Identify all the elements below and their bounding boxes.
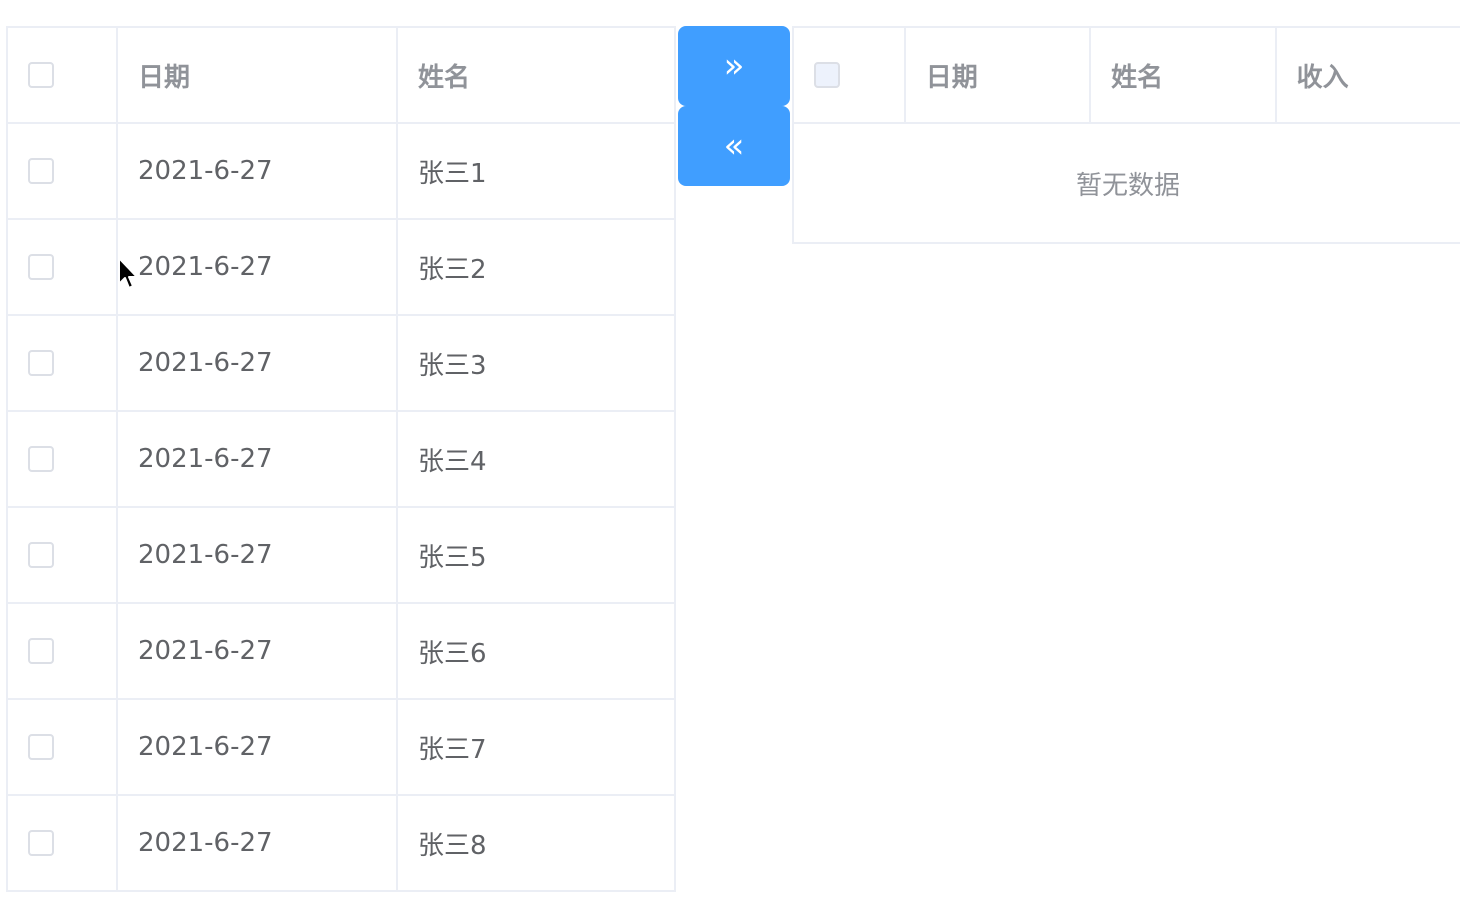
table-row[interactable]: 2021-6-27 张三4 bbox=[8, 412, 676, 508]
row-select-cell bbox=[8, 220, 118, 316]
row-select-cell bbox=[8, 124, 118, 220]
row-checkbox[interactable] bbox=[28, 542, 54, 568]
target-table: 日期 姓名 收入 暂无数据 bbox=[792, 26, 1460, 244]
select-all-checkbox[interactable] bbox=[28, 62, 54, 88]
source-table-body: 2021-6-27 张三1 2021-6-27 张三2 2021-6-27 张三3 2021… bbox=[8, 124, 676, 892]
header-name[interactable]: 姓名 bbox=[1091, 28, 1277, 124]
name-cell: 张三8 bbox=[398, 796, 676, 892]
source-table: 日期 姓名 2021-6-27 张三1 2021-6-27 张三2 2021-6-27 张… bbox=[6, 26, 676, 892]
name-cell: 张三6 bbox=[398, 604, 676, 700]
row-checkbox[interactable] bbox=[28, 350, 54, 376]
row-select-cell bbox=[8, 508, 118, 604]
table-row[interactable]: 2021-6-27 张三8 bbox=[8, 796, 676, 892]
header-date[interactable]: 日期 bbox=[118, 28, 398, 124]
name-cell: 张三1 bbox=[398, 124, 676, 220]
row-select-cell bbox=[8, 796, 118, 892]
row-select-cell bbox=[8, 316, 118, 412]
row-checkbox[interactable] bbox=[28, 158, 54, 184]
date-cell: 2021-6-27 bbox=[118, 508, 398, 604]
name-cell: 张三5 bbox=[398, 508, 676, 604]
name-cell: 张三7 bbox=[398, 700, 676, 796]
table-header-row: 日期 姓名 收入 bbox=[794, 28, 1460, 124]
date-cell: 2021-6-27 bbox=[118, 124, 398, 220]
date-cell: 2021-6-27 bbox=[118, 604, 398, 700]
date-cell: 2021-6-27 bbox=[118, 316, 398, 412]
double-chevron-right-icon: » bbox=[723, 46, 745, 86]
date-cell: 2021-6-27 bbox=[118, 220, 398, 316]
name-cell: 张三3 bbox=[398, 316, 676, 412]
row-checkbox[interactable] bbox=[28, 830, 54, 856]
row-select-cell bbox=[8, 604, 118, 700]
date-cell: 2021-6-27 bbox=[118, 796, 398, 892]
date-cell: 2021-6-27 bbox=[118, 700, 398, 796]
empty-placeholder: 暂无数据 bbox=[794, 124, 1460, 244]
select-all-checkbox bbox=[814, 62, 840, 88]
header-select-all-cell bbox=[8, 28, 118, 124]
table-row[interactable]: 2021-6-27 张三1 bbox=[8, 124, 676, 220]
row-checkbox[interactable] bbox=[28, 446, 54, 472]
table-row[interactable]: 2021-6-27 张三2 bbox=[8, 220, 676, 316]
table-header-row: 日期 姓名 bbox=[8, 28, 676, 124]
move-left-button[interactable]: « bbox=[678, 106, 790, 186]
name-cell: 张三2 bbox=[398, 220, 676, 316]
row-checkbox[interactable] bbox=[28, 638, 54, 664]
header-income[interactable]: 收入 bbox=[1276, 28, 1460, 124]
table-row[interactable]: 2021-6-27 张三5 bbox=[8, 508, 676, 604]
row-checkbox[interactable] bbox=[28, 254, 54, 280]
table-row[interactable]: 2021-6-27 张三7 bbox=[8, 700, 676, 796]
name-cell: 张三4 bbox=[398, 412, 676, 508]
row-checkbox[interactable] bbox=[28, 734, 54, 760]
header-select-all-cell bbox=[794, 28, 906, 124]
double-chevron-left-icon: « bbox=[723, 126, 745, 166]
date-cell: 2021-6-27 bbox=[118, 412, 398, 508]
row-select-cell bbox=[8, 412, 118, 508]
mouse-cursor-icon bbox=[118, 257, 138, 289]
move-right-button[interactable]: » bbox=[678, 26, 790, 106]
header-name[interactable]: 姓名 bbox=[398, 28, 676, 124]
header-date[interactable]: 日期 bbox=[905, 28, 1092, 124]
row-select-cell bbox=[8, 700, 118, 796]
table-row[interactable]: 2021-6-27 张三6 bbox=[8, 604, 676, 700]
table-row[interactable]: 2021-6-27 张三3 bbox=[8, 316, 676, 412]
